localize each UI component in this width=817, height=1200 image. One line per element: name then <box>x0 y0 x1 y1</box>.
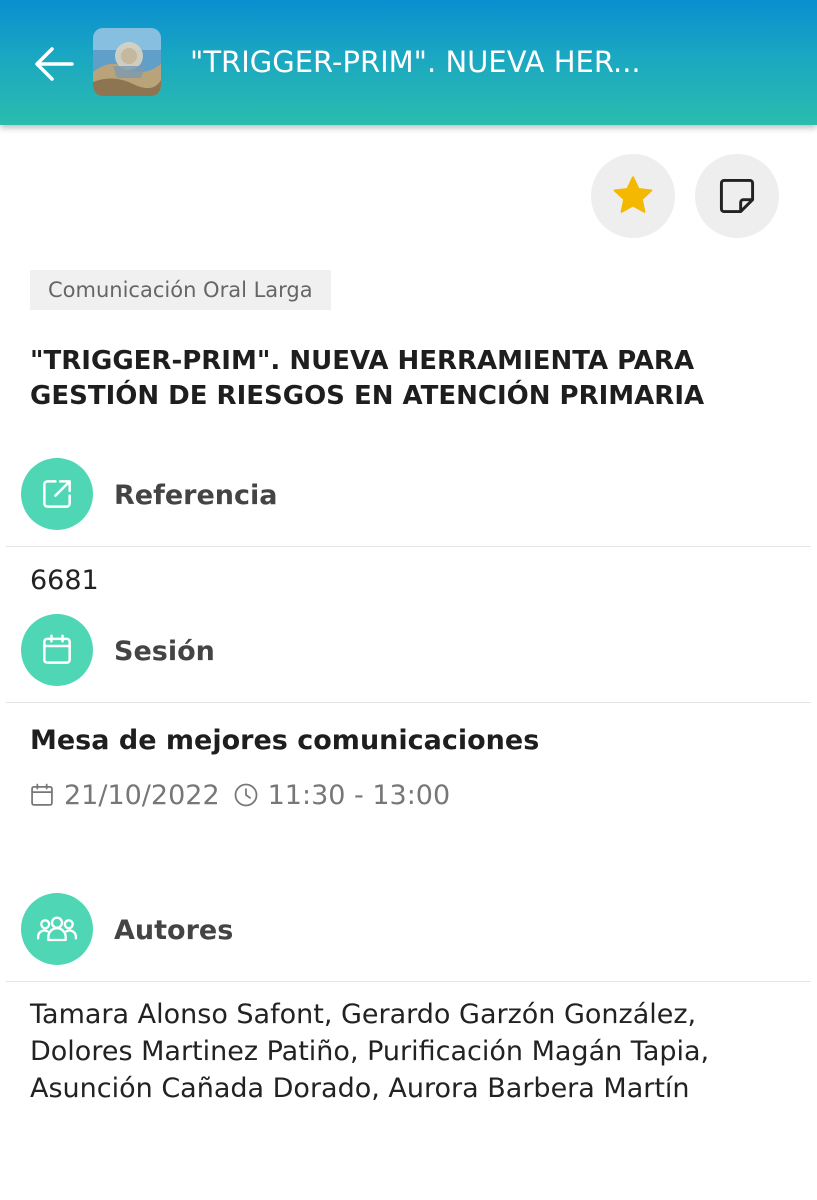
back-button[interactable] <box>30 40 78 88</box>
reference-section-icon <box>21 458 93 530</box>
divider <box>6 546 811 547</box>
calendar-icon <box>43 634 71 664</box>
favorite-button[interactable] <box>591 154 675 238</box>
clock-icon <box>234 783 257 807</box>
session-name[interactable]: Mesa de mejores comunicaciones <box>30 721 539 761</box>
category-tag: Comunicación Oral Larga <box>30 270 331 310</box>
event-thumbnail <box>93 28 161 96</box>
session-time: 11:30 - 13:00 <box>267 779 451 811</box>
divider <box>6 981 811 982</box>
communication-title: "TRIGGER-PRIM". NUEVA HERRAMIENTA PARA G… <box>30 346 705 411</box>
authors-list: Tamara Alonso Safont, Gerardo Garzón Gon… <box>30 999 710 1104</box>
reference-label: Referencia <box>114 480 278 511</box>
session-date: 21/10/2022 <box>64 779 220 811</box>
header-title: "TRIGGER-PRIM". NUEVA HER... <box>190 45 641 79</box>
authors-label: Autores <box>114 915 234 946</box>
arrow-left-icon <box>35 47 74 81</box>
session-section-icon <box>21 614 93 686</box>
session-meta: 21/10/2022 11:30 - 13:00 <box>28 775 450 815</box>
divider <box>6 702 811 703</box>
calendar-icon <box>31 783 53 806</box>
external-link-icon <box>43 480 71 508</box>
star-icon <box>613 176 653 213</box>
note-button[interactable] <box>695 154 779 238</box>
users-icon <box>36 916 78 942</box>
app-header: "TRIGGER-PRIM". NUEVA HER... <box>0 0 817 125</box>
session-label: Sesión <box>114 636 215 667</box>
sticky-note-icon <box>719 178 755 214</box>
reference-value: 6681 <box>30 565 99 596</box>
authors-section-icon <box>21 893 93 965</box>
